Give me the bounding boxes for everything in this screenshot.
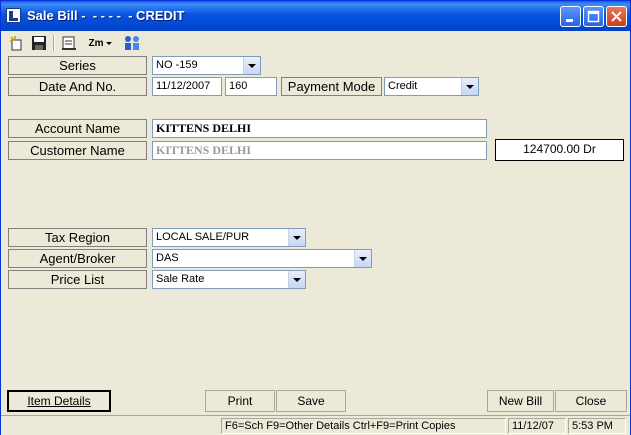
agent-broker-value: DAS [156,252,179,264]
customer-name-field[interactable]: KITTENS DELHI [152,141,487,160]
chevron-down-icon [105,42,112,45]
tax-region-label: Tax Region [8,228,147,247]
sale-bill-window: Sale Bill - - - - - - CREDIT Zm Series N… [0,0,631,435]
save-toolbar-button[interactable] [31,34,47,52]
payment-mode-dropdown-arrow[interactable] [461,78,478,95]
title-bar[interactable]: Sale Bill - - - - - - CREDIT [1,1,630,31]
series-dropdown-arrow[interactable] [243,57,260,74]
tax-region-select[interactable]: LOCAL SALE/PUR [152,228,306,247]
balance-display: 124700.00 Dr [495,139,624,161]
date-field[interactable]: 11/12/2007 [152,77,222,96]
status-hints: F6=Sch F9=Other Details Ctrl+F9=Print Co… [221,418,506,434]
tax-region-value: LOCAL SALE/PUR [156,231,250,243]
users-button[interactable] [122,34,142,52]
button-bar: Item Details Print Save New Bill Close [5,390,628,413]
close-button[interactable]: Close [555,390,627,412]
price-list-label: Price List [8,270,147,289]
close-label: Close [575,394,607,408]
users-icon [125,36,139,50]
date-no-label: Date And No. [8,77,147,96]
new-bill-button[interactable]: New Bill [487,390,554,412]
agent-broker-select[interactable]: DAS [152,249,372,268]
agent-broker-dropdown-arrow[interactable] [354,250,371,267]
print-label: Print [227,394,253,408]
print-button[interactable]: Print [205,390,275,412]
payment-mode-select[interactable]: Credit [384,77,479,96]
price-list-value: Sale Rate [156,273,205,285]
export-button[interactable] [60,34,78,52]
status-date: 11/12/07 [508,418,566,434]
minimize-button[interactable] [560,6,581,27]
close-icon [611,11,622,22]
window-title: Sale Bill - - - - - - CREDIT [27,8,185,23]
new-bill-label: New Bill [498,394,543,408]
series-label: Series [8,56,147,75]
new-doc-button[interactable] [9,34,25,52]
payment-mode-label: Payment Mode [281,77,382,96]
save-button[interactable]: Save [276,390,346,412]
price-list-select[interactable]: Sale Rate [152,270,306,289]
customer-name-label: Customer Name [8,141,147,160]
status-bar: F6=Sch F9=Other Details Ctrl+F9=Print Co… [1,415,630,435]
toolbar: Zm [5,34,625,54]
account-name-field[interactable]: KITTENS DELHI [152,119,487,138]
maximize-button[interactable] [583,6,604,27]
toolbar-separator [53,35,55,51]
bill-number-field[interactable]: 160 [225,77,277,96]
series-select[interactable]: NO -159 [152,56,261,75]
new-doc-icon [10,36,22,51]
zoom-dropdown[interactable]: Zm [83,34,119,52]
item-details-label: Item Details [27,394,91,408]
series-value: NO -159 [156,59,198,71]
minimize-icon [566,19,573,22]
zoom-label: Zm [88,37,104,49]
close-window-button[interactable] [606,6,627,27]
export-icon [62,36,76,50]
tax-region-dropdown-arrow[interactable] [288,229,305,246]
account-name-label: Account Name [8,119,147,138]
save-icon [32,36,46,50]
app-icon [6,8,21,23]
payment-mode-value: Credit [388,80,418,92]
save-label: Save [297,394,325,408]
agent-broker-label: Agent/Broker [8,249,147,268]
maximize-icon [587,10,600,23]
price-list-dropdown-arrow[interactable] [288,271,305,288]
status-time: 5:53 PM [568,418,626,434]
item-details-button[interactable]: Item Details [7,390,111,412]
